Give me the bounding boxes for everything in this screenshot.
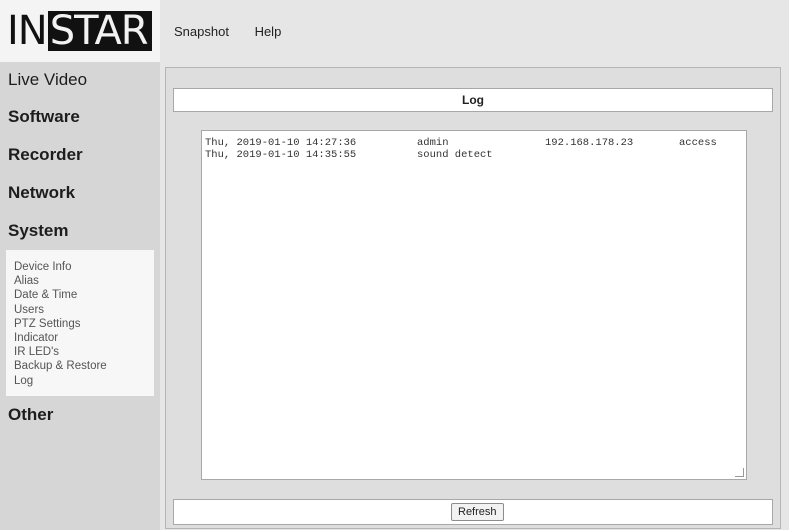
panel-footer: Refresh (173, 499, 773, 525)
log-user: sound detect (417, 149, 493, 161)
logo-in: IN (6, 8, 48, 54)
nav-other[interactable]: Other (0, 396, 160, 434)
log-ip: 192.168.178.23 (545, 137, 634, 149)
top-bar: Snapshot Help (160, 0, 789, 62)
log-date: Thu, 2019-01-10 14:27:36 (205, 137, 357, 149)
log-date: Thu, 2019-01-10 14:35:55 (205, 149, 357, 161)
submenu-backup-restore[interactable]: Backup & Restore (6, 359, 154, 373)
main-content: Log Thu, 2019-01-10 14:27:36 admin 192.1… (160, 62, 789, 530)
submenu-ir-leds[interactable]: IR LED's (6, 345, 154, 359)
instar-logo: IN STAR (0, 0, 160, 62)
log-textarea[interactable]: Thu, 2019-01-10 14:27:36 admin 192.168.1… (201, 130, 747, 480)
submenu-date-time[interactable]: Date & Time (6, 288, 154, 302)
top-menu: Snapshot Help (174, 24, 303, 39)
log-ip (545, 149, 679, 161)
nav-recorder[interactable]: Recorder (0, 136, 160, 174)
log-entry: Thu, 2019-01-10 14:27:36 admin 192.168.1… (205, 137, 746, 149)
system-submenu: Device Info Alias Date & Time Users PTZ … (6, 250, 154, 396)
submenu-ptz-settings[interactable]: PTZ Settings (6, 317, 154, 331)
nav-live-video[interactable]: Live Video (0, 62, 160, 98)
logo-text: IN STAR (6, 11, 152, 51)
logo-star: STAR (47, 11, 152, 51)
log-event: access (679, 137, 717, 149)
menu-help[interactable]: Help (255, 24, 282, 39)
log-entry: Thu, 2019-01-10 14:35:55 sound detect (205, 149, 746, 161)
sidebar: Live Video Software Recorder Network Sys… (0, 62, 160, 530)
submenu-users[interactable]: Users (6, 303, 154, 317)
nav-system[interactable]: System (0, 212, 160, 250)
submenu-log[interactable]: Log (6, 374, 154, 388)
resize-grip-icon[interactable] (735, 468, 744, 477)
panel-title: Log (173, 88, 773, 112)
log-user: admin (417, 137, 449, 149)
nav-network[interactable]: Network (0, 174, 160, 212)
refresh-button[interactable]: Refresh (451, 503, 504, 521)
submenu-device-info[interactable]: Device Info (6, 260, 154, 274)
menu-snapshot[interactable]: Snapshot (174, 24, 229, 39)
submenu-indicator[interactable]: Indicator (6, 331, 154, 345)
submenu-alias[interactable]: Alias (6, 274, 154, 288)
nav-software[interactable]: Software (0, 98, 160, 136)
log-panel: Log Thu, 2019-01-10 14:27:36 admin 192.1… (165, 67, 781, 529)
